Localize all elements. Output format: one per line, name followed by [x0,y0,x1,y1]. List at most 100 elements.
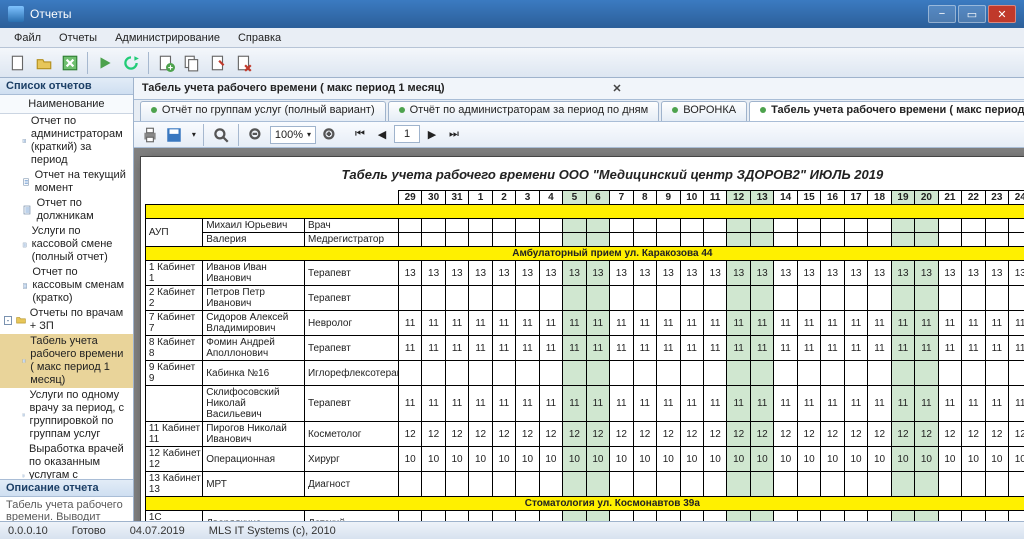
day-cell: 12 [539,511,562,522]
tree-item[interactable]: Услуги по кассовой смене (полный отчет) [0,224,133,265]
day-cell [750,472,773,497]
day-cell [563,361,586,386]
day-cell: 11 [985,386,1008,422]
day-cell: 12 [891,511,914,522]
page-last-icon[interactable]: ⏭ [444,125,464,145]
status-state: Готово [72,525,106,537]
page-prev-icon[interactable]: ◀ [372,125,392,145]
tree-folder[interactable]: -Отчеты по врачам + ЗП [0,306,133,334]
day-cell [610,286,633,311]
menu-help[interactable]: Справка [230,30,289,46]
day-cell [985,361,1008,386]
window-close-button[interactable]: ✕ [988,5,1016,23]
report-tab[interactable]: Табель учета рабочего времени ( макс пер… [749,101,1024,121]
day-header: 19 [891,191,914,205]
report-list-header: Наименование [0,95,133,114]
day-cell: 11 [610,386,633,422]
day-cell [962,286,985,311]
report-tab[interactable]: ВОРОНКА [661,101,747,121]
day-cell: 13 [492,261,515,286]
toolbar-copy-report-icon[interactable] [180,51,204,75]
day-cell: 13 [797,261,820,286]
tree-item[interactable]: Отчет на текущий момент [0,168,133,196]
toolbar-add-report-icon[interactable] [154,51,178,75]
report-tab[interactable]: Отчёт по администраторам за период по дн… [388,101,660,121]
save-dropdown-icon[interactable]: ▾ [192,130,196,139]
day-cell [891,233,914,247]
toolbar-delete-report-icon[interactable] [232,51,256,75]
tree-item[interactable]: Отчет по должникам [0,196,133,224]
report-view-close-button[interactable]: ✕ [612,82,1024,95]
tree-item[interactable]: Услуги по одному врачу за период, с груп… [0,388,133,442]
day-cell: 12 [422,422,445,447]
report-table: 2930311234567891011121314151617181920212… [145,190,1024,521]
toolbar-edit-report-icon[interactable] [206,51,230,75]
toolbar-open-icon[interactable] [32,51,56,75]
day-cell: 11 [398,336,421,361]
tree-item[interactable]: Отчет по кассовым сменам (кратко) [0,265,133,306]
tree-item[interactable]: Табель учета рабочего времени ( макс пер… [0,334,133,388]
zoom-out-icon[interactable] [246,125,266,145]
print-icon[interactable] [140,125,160,145]
day-cell: 11 [633,336,656,361]
day-cell: 11 [727,336,750,361]
day-cell: 13 [610,261,633,286]
day-cell: 11 [1009,386,1024,422]
toolbar-new-icon[interactable] [6,51,30,75]
save-icon[interactable] [164,125,184,145]
day-cell: 10 [563,447,586,472]
menu-file[interactable]: Файл [6,30,49,46]
day-cell [891,361,914,386]
page-number-input[interactable]: 1 [394,125,420,143]
day-cell: 11 [563,336,586,361]
day-header: 4 [539,191,562,205]
tree-toggle-icon[interactable]: - [4,316,12,325]
day-cell [680,233,703,247]
day-cell [516,361,539,386]
day-cell: 13 [469,261,492,286]
report-scroll-area[interactable]: Табель учета рабочего времени ООО "Медиц… [134,148,1024,521]
day-cell: 10 [398,447,421,472]
day-cell: 11 [516,311,539,336]
page-next-icon[interactable]: ▶ [422,125,442,145]
day-cell [539,286,562,311]
toolbar-export-icon[interactable] [58,51,82,75]
zoom-in-icon[interactable] [320,125,340,145]
report-tree[interactable]: Отчет по администраторам (краткий) за пе… [0,114,133,479]
day-cell: 11 [844,386,867,422]
page-first-icon[interactable]: ⏮ [350,125,370,145]
tree-item[interactable]: Выработка врачей по оказанным услугам с … [0,442,133,479]
menu-reports[interactable]: Отчеты [51,30,105,46]
day-cell [727,233,750,247]
day-cell: 11 [797,386,820,422]
menu-admin[interactable]: Администрирование [107,30,228,46]
tree-item[interactable]: Отчет по администраторам (краткий) за пе… [0,114,133,168]
day-cell: 13 [727,261,750,286]
status-date: 04.07.2019 [130,525,185,537]
day-cell: 11 [1009,336,1024,361]
day-cell: 12 [422,511,445,522]
toolbar-reset-icon[interactable] [119,51,143,75]
zoom-select[interactable]: 100%▾ [270,126,316,144]
cab-cell: 7 Кабинет 7 [145,311,202,336]
day-cell: 12 [985,511,1008,522]
day-cell: 11 [868,311,891,336]
day-cell: 11 [516,386,539,422]
window-maximize-button[interactable]: ▭ [958,5,986,23]
window-minimize-button[interactable]: − [928,5,956,23]
report-tab[interactable]: Отчёт по группам услуг (полный вариант) [140,101,386,121]
day-cell [750,361,773,386]
day-cell [821,361,844,386]
role-cell: Терапевт [304,286,398,311]
role-cell: Медрегистратор [304,233,398,247]
day-cell [633,286,656,311]
day-cell: 10 [445,447,468,472]
day-cell [563,286,586,311]
day-cell: 11 [774,386,797,422]
day-cell [774,286,797,311]
cab-cell: 1С Кабинет 1С [145,511,202,522]
name-cell: Дворядкина Кристина [203,511,305,522]
find-icon[interactable] [211,125,231,145]
toolbar-run-icon[interactable] [93,51,117,75]
day-cell [539,472,562,497]
